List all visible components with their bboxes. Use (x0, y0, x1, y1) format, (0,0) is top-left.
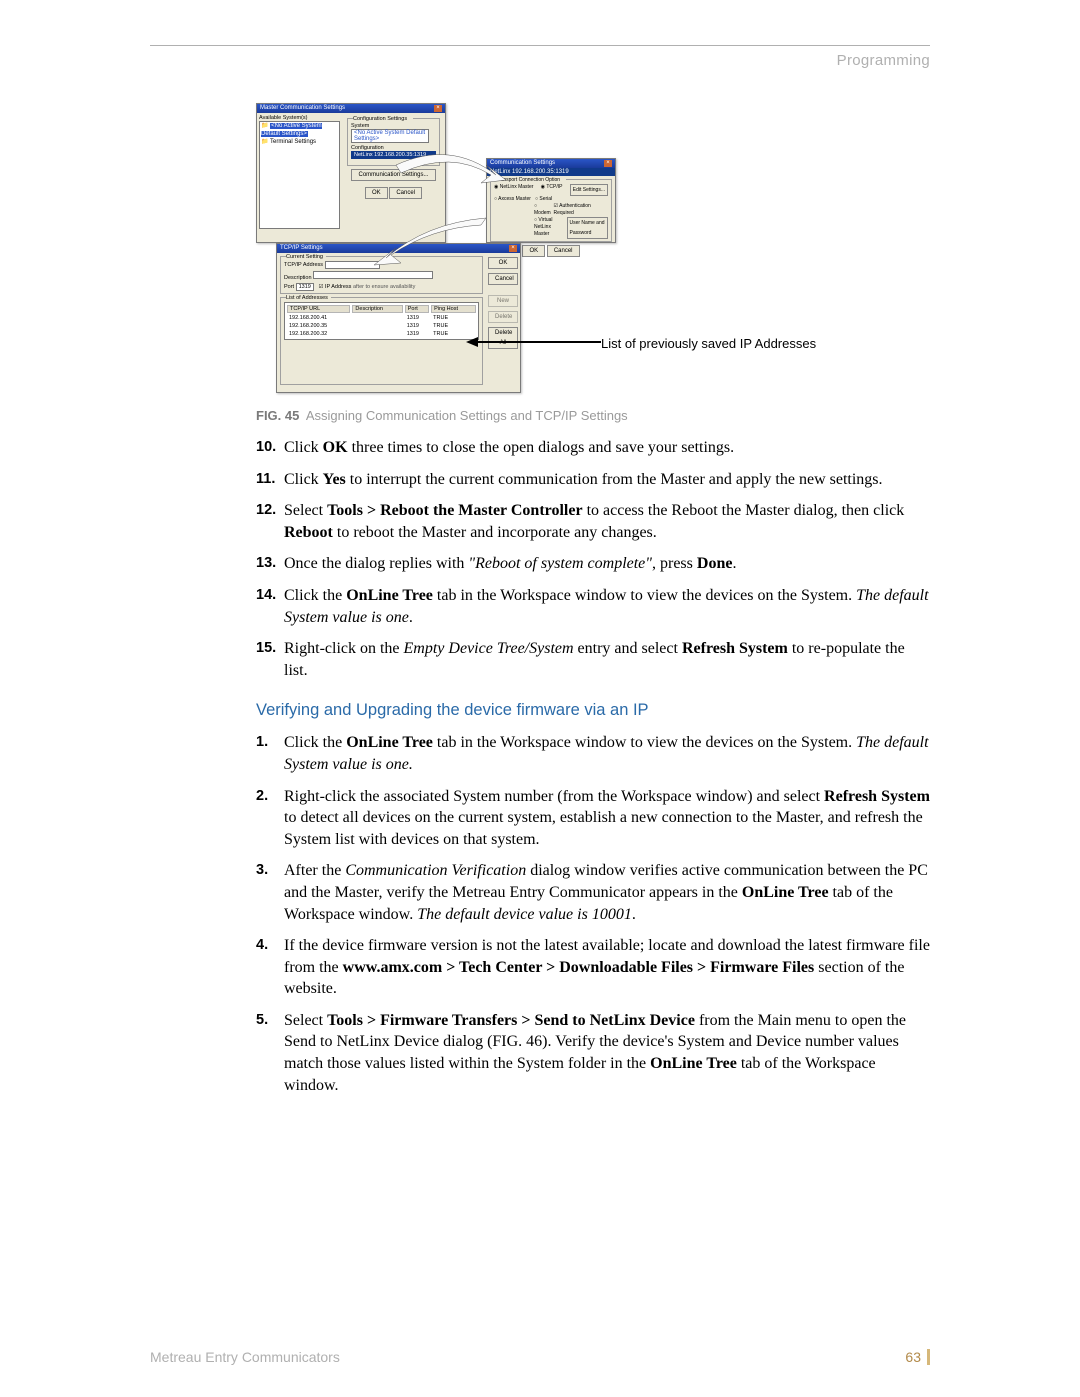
dlg3-cancel-button[interactable]: Cancel (488, 273, 518, 285)
step-item: 13.Once the dialog replies with "Reboot … (256, 553, 930, 575)
step-item: 4.If the device firmware version is not … (256, 935, 930, 1000)
radio-serial[interactable]: ○ Serial (535, 196, 552, 203)
step-item: 5.Select Tools > Firmware Transfers > Se… (256, 1010, 930, 1096)
step-item: 15.Right-click on the Empty Device Tree/… (256, 638, 930, 681)
radio-tcpip[interactable]: ◉ TCP/IP (541, 184, 563, 196)
dlg2-cancel-button[interactable]: Cancel (547, 245, 580, 257)
figure-45: Master Communication Settings × Availabl… (256, 103, 876, 398)
step-item: 12.Select Tools > Reboot the Master Cont… (256, 500, 930, 543)
table-row[interactable]: 192.168.200.411319TRUE (287, 315, 476, 321)
edit-settings-button[interactable]: Edit Settings... (570, 184, 608, 196)
step-item: 3.After the Communication Verification d… (256, 860, 930, 925)
arrow-icon (466, 335, 601, 349)
ip-address-table: TCP/IP URLDescriptionPortPing Host 192.1… (284, 302, 479, 340)
page-footer: Metreau Entry Communicators 63 (150, 1349, 930, 1365)
dlg1-ok-button[interactable]: OK (365, 187, 388, 199)
arrow-icon (366, 213, 496, 273)
radio-axcess[interactable]: ○ Axcess Master (494, 196, 531, 203)
radio-modem[interactable]: ○ Modem (534, 203, 554, 217)
close-icon[interactable]: × (434, 105, 442, 112)
figure-annotation: List of previously saved IP Addresses (601, 336, 816, 351)
figure-caption: FIG. 45 Assigning Communication Settings… (256, 408, 930, 423)
step-item: 14.Click the OnLine Tree tab in the Work… (256, 585, 930, 628)
top-rule (150, 45, 930, 46)
chk-auth[interactable]: ☑ Authentication Required (554, 203, 609, 217)
close-icon[interactable]: × (509, 245, 517, 252)
step-item: 2.Right-click the associated System numb… (256, 786, 930, 851)
table-row[interactable]: 192.168.200.351319TRUE (287, 323, 476, 329)
footer-title: Metreau Entry Communicators (150, 1349, 340, 1365)
user-pass-button[interactable]: User Name and Password (567, 217, 608, 239)
numbered-steps-2: 1.Click the OnLine Tree tab in the Works… (256, 732, 930, 1096)
dlg2-ok-button[interactable]: OK (522, 245, 545, 257)
tree-item-sel[interactable]: 📁 <No Active System Default Settings> (261, 123, 338, 139)
close-icon[interactable]: × (604, 160, 612, 167)
page-number: 63 (905, 1349, 930, 1365)
arrow-icon (391, 145, 511, 195)
dlg1-title: Master Communication Settings (260, 105, 345, 112)
numbered-steps: 10.Click OK three times to close the ope… (256, 437, 930, 681)
dlg3-new-button[interactable]: New (488, 295, 518, 307)
step-item: 11.Click Yes to interrupt the current co… (256, 469, 930, 491)
radio-virtual[interactable]: ○ Virtual NetLinx Master (534, 217, 567, 239)
section-header: Programming (150, 52, 930, 69)
system-field: <No Active System Default Settings> (351, 129, 429, 143)
tree-item-terminal[interactable]: 📁 Terminal Settings (261, 139, 338, 147)
section-heading: Verifying and Upgrading the device firmw… (256, 701, 930, 720)
step-item: 10.Click OK three times to close the ope… (256, 437, 930, 459)
port-field[interactable]: 1319 (296, 283, 314, 291)
dlg3-delete-button[interactable]: Delete (488, 311, 518, 323)
dlg1-titlebar: Master Communication Settings × (257, 104, 445, 113)
step-item: 1.Click the OnLine Tree tab in the Works… (256, 732, 930, 775)
table-row[interactable]: 192.168.200.321319TRUE (287, 331, 476, 337)
